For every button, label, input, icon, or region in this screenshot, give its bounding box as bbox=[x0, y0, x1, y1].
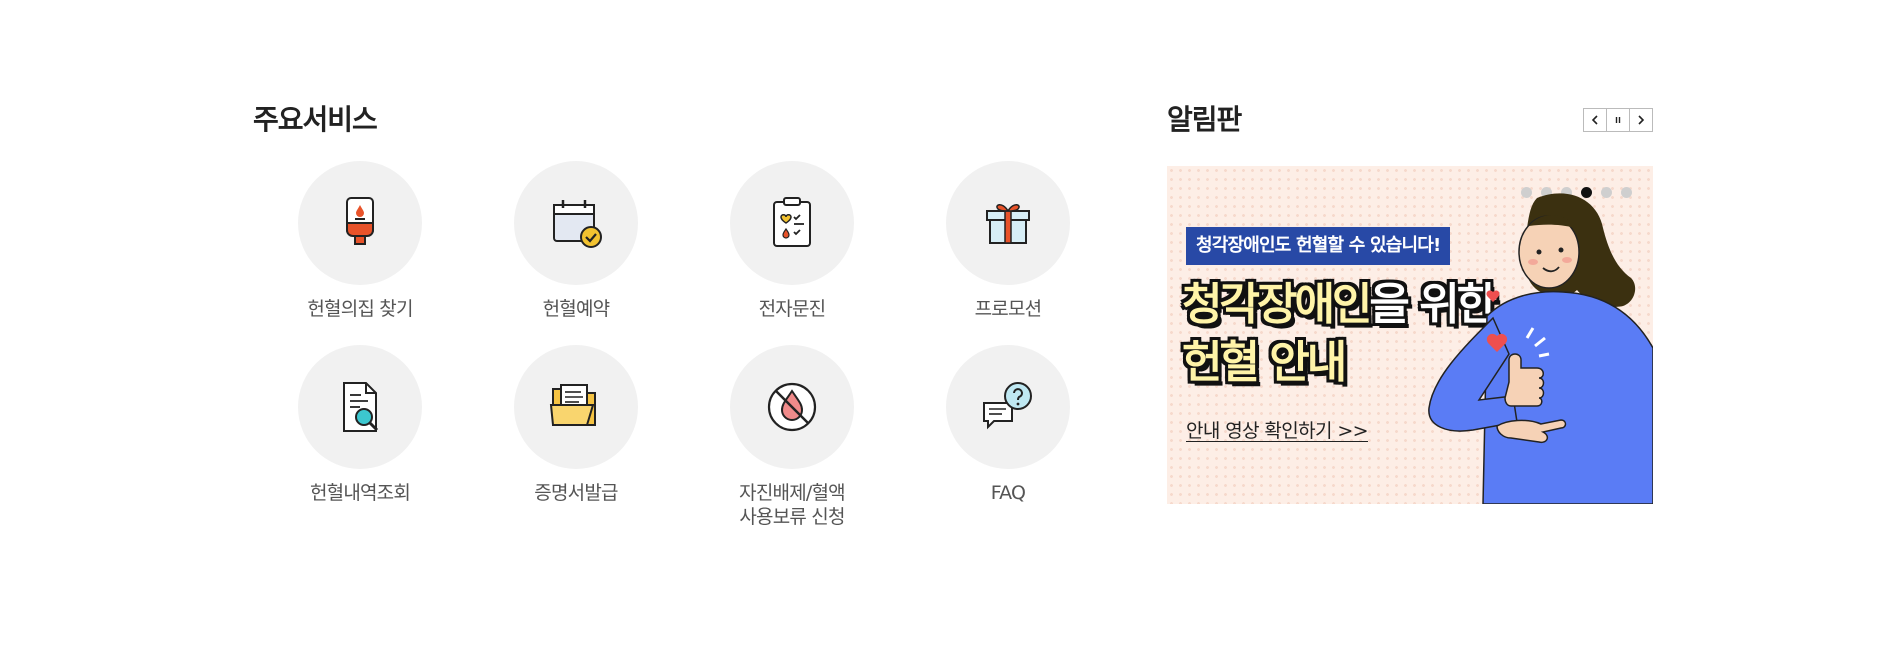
service-electronic-questionnaire[interactable]: 전자문진 bbox=[730, 161, 854, 345]
banner-cta-link[interactable]: 안내 영상 확인하기 >> bbox=[1186, 416, 1369, 443]
prev-slide-button[interactable] bbox=[1583, 108, 1607, 132]
slider-controls bbox=[1583, 108, 1653, 132]
no-blood-drop-icon bbox=[767, 382, 817, 432]
notice-title: 알림판 bbox=[1167, 103, 1242, 136]
service-circle bbox=[298, 345, 422, 469]
next-arrow-icon bbox=[1638, 115, 1645, 125]
next-slide-button[interactable] bbox=[1629, 108, 1653, 132]
service-label: 자진배제/혈액 사용보류 신청 bbox=[739, 482, 845, 528]
document-search-icon bbox=[343, 382, 379, 432]
service-label: 헌혈내역조회 bbox=[309, 482, 411, 504]
service-circle bbox=[514, 345, 638, 469]
headline-highlight: 청각장애인 bbox=[1182, 279, 1372, 330]
service-circle bbox=[730, 161, 854, 285]
blood-bag-icon bbox=[346, 197, 374, 245]
headline-line2: 헌혈 안내 bbox=[1182, 337, 1347, 388]
services-title: 주요서비스 bbox=[253, 103, 378, 136]
service-label: 프로모션 bbox=[974, 298, 1043, 320]
gift-box-icon bbox=[986, 204, 1030, 244]
folder-documents-icon bbox=[549, 384, 596, 426]
service-label: 헌혈예약 bbox=[542, 298, 611, 320]
service-label: FAQ bbox=[990, 482, 1026, 504]
thumbs-up-woman-illustration bbox=[1428, 193, 1653, 504]
chat-question-icon bbox=[983, 382, 1032, 430]
service-self-exclusion[interactable]: 자진배제/혈액 사용보류 신청 bbox=[730, 345, 854, 529]
notice-board-section: 알림판 청각장애인도 헌혈할 수 있습니다! 청각장애인을 위한 헌혈 안내 안… bbox=[1167, 100, 1653, 504]
service-certificate-issue[interactable]: 증명서발급 bbox=[514, 345, 638, 529]
service-label: 헌혈의집 찾기 bbox=[307, 298, 413, 320]
service-circle bbox=[946, 345, 1070, 469]
pause-icon bbox=[1615, 117, 1621, 123]
service-promotion[interactable]: 프로모션 bbox=[946, 161, 1070, 345]
main-services-section: 주요서비스 헌혈의집 찾기 헌혈예약 전자문진 프로모션 헌혈내역조회 증명서발… bbox=[253, 100, 1083, 528]
banner-tag: 청각장애인도 헌혈할 수 있습니다! bbox=[1186, 227, 1451, 265]
service-circle bbox=[514, 161, 638, 285]
clipboard-checklist-icon bbox=[773, 197, 811, 247]
pause-slide-button[interactable] bbox=[1606, 108, 1630, 132]
service-circle bbox=[730, 345, 854, 469]
notice-banner[interactable]: 청각장애인도 헌혈할 수 있습니다! 청각장애인을 위한 헌혈 안내 안내 영상… bbox=[1167, 166, 1653, 504]
service-faq[interactable]: FAQ bbox=[946, 345, 1070, 529]
service-blood-reservation[interactable]: 헌혈예약 bbox=[514, 161, 638, 345]
prev-arrow-icon bbox=[1591, 115, 1598, 125]
services-grid: 헌혈의집 찾기 헌혈예약 전자문진 프로모션 헌혈내역조회 증명서발급 자진배제… bbox=[298, 161, 1078, 529]
service-label: 전자문진 bbox=[758, 298, 827, 320]
service-label: 증명서발급 bbox=[534, 482, 618, 504]
service-circle bbox=[298, 161, 422, 285]
service-find-blood-house[interactable]: 헌혈의집 찾기 bbox=[298, 161, 422, 345]
service-donation-history[interactable]: 헌혈내역조회 bbox=[298, 345, 422, 529]
calendar-check-icon bbox=[553, 200, 602, 248]
service-circle bbox=[946, 161, 1070, 285]
page: 주요서비스 헌혈의집 찾기 헌혈예약 전자문진 프로모션 헌혈내역조회 증명서발… bbox=[0, 0, 1903, 661]
